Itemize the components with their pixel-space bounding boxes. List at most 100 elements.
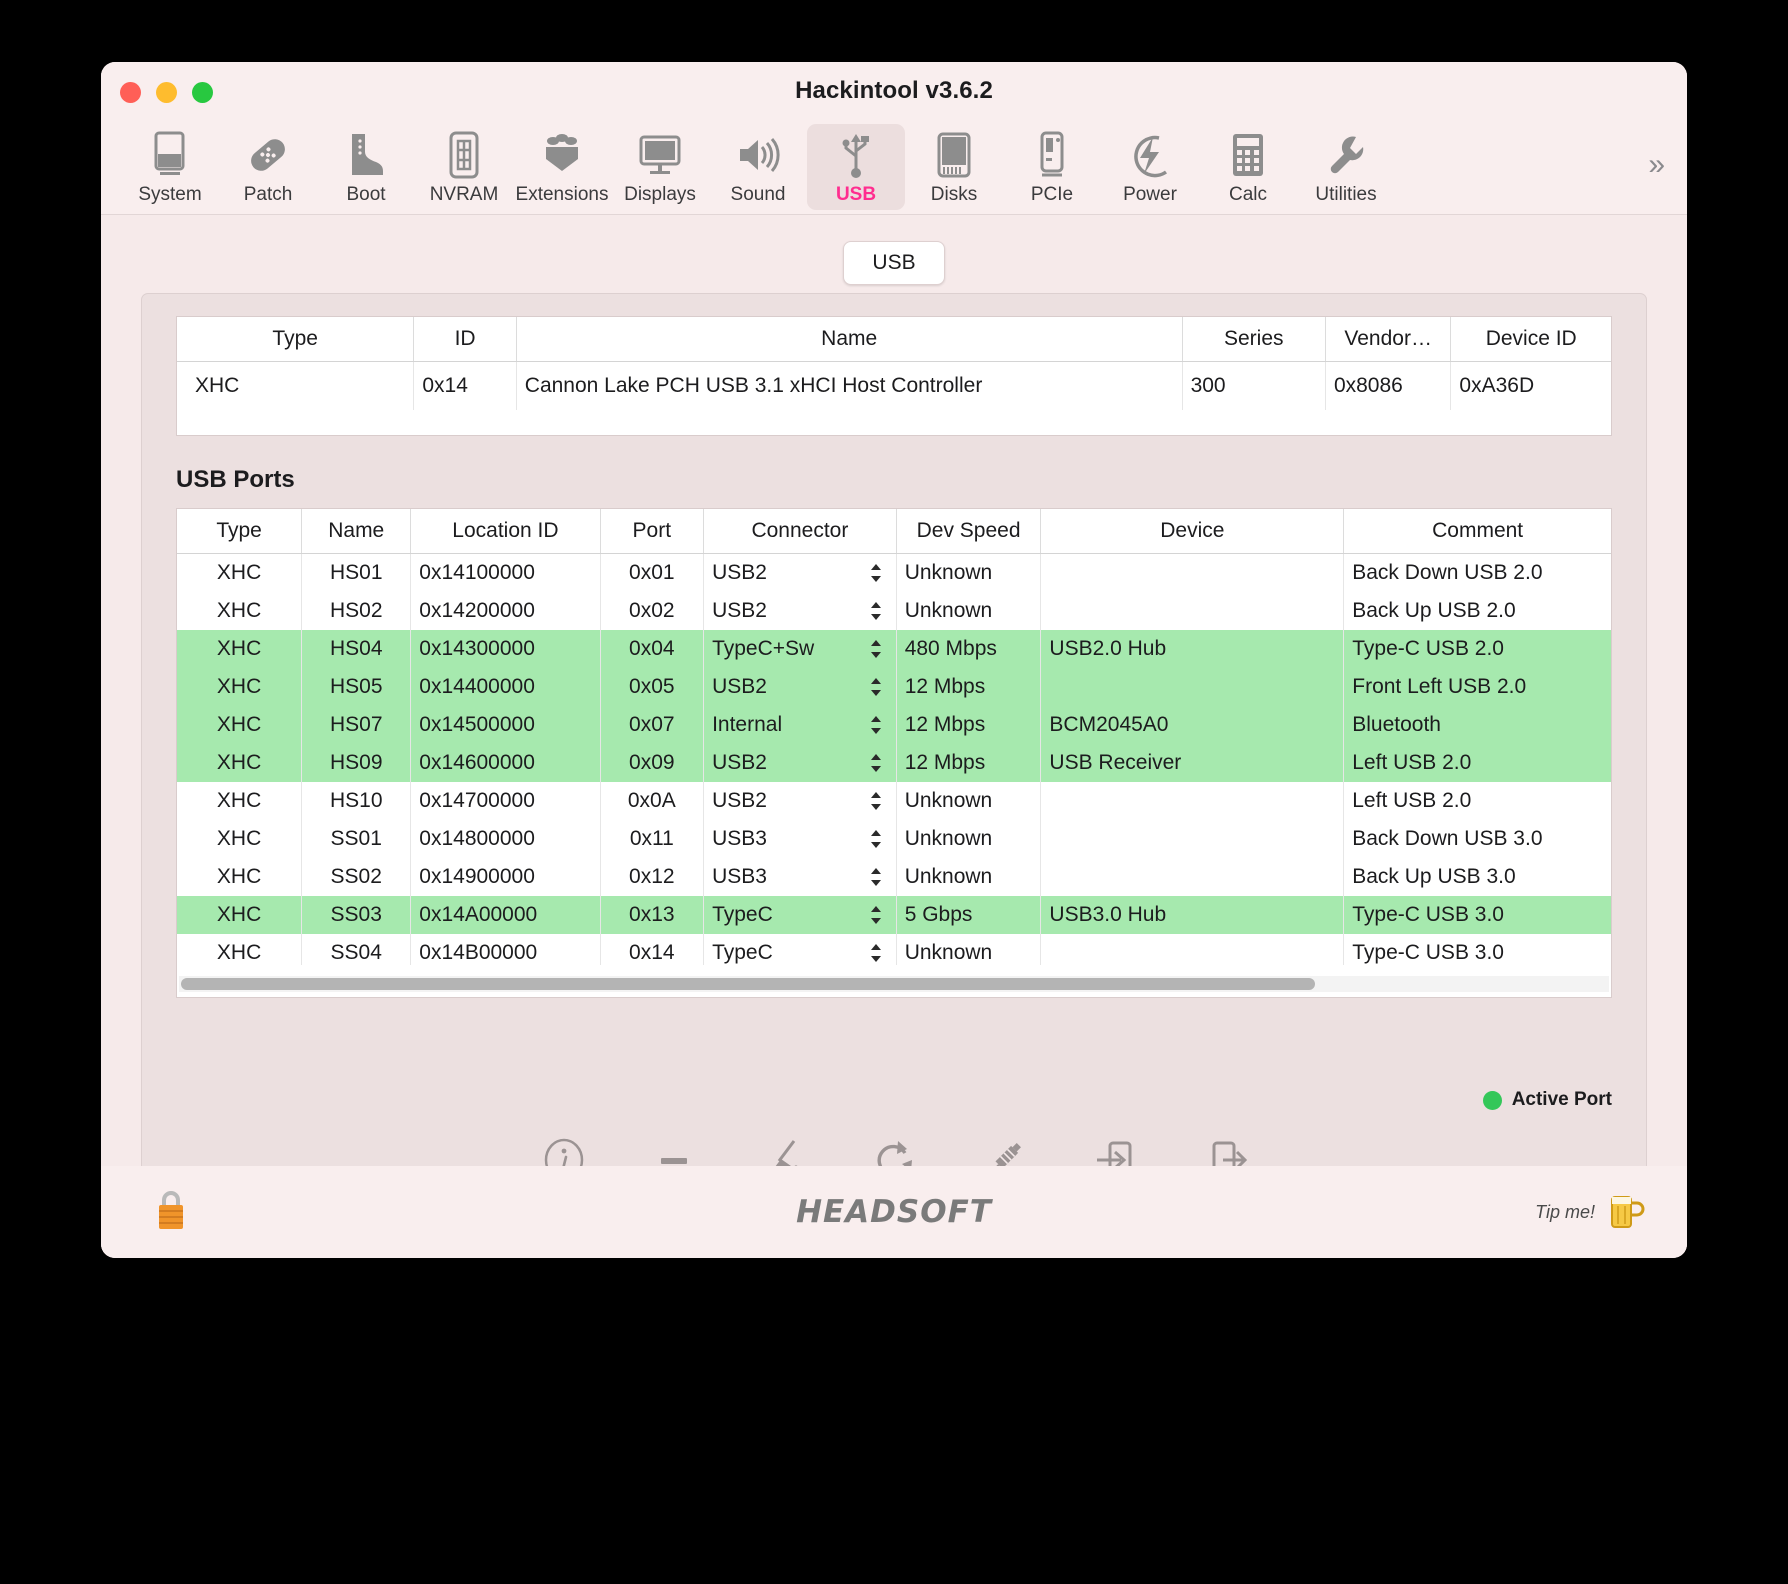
column-header-device-id[interactable]: Device ID: [1450, 317, 1611, 362]
connector-stepper-icon[interactable]: [868, 751, 884, 775]
column-header-id[interactable]: ID: [413, 317, 517, 362]
connector-stepper-icon[interactable]: [868, 637, 884, 661]
toolbar-item-sound[interactable]: Sound: [709, 124, 807, 210]
column-header-vendor[interactable]: Vendor…: [1325, 317, 1452, 362]
cell-type: XHC: [177, 896, 303, 934]
connector-stepper-icon[interactable]: [868, 675, 884, 699]
cell-connector[interactable]: USB2: [703, 553, 897, 592]
cell-type: XHC: [177, 934, 303, 965]
toolbar-item-boot[interactable]: Boot: [317, 124, 415, 210]
cell-type: XHC: [177, 744, 303, 782]
connector-value: TypeC: [712, 941, 773, 964]
table-row[interactable]: XHC HS05 0x14400000 0x05 USB2 12 Mbps Front Le…: [177, 668, 1611, 706]
column-header-device[interactable]: Device: [1040, 509, 1345, 554]
connector-stepper-icon[interactable]: [868, 599, 884, 623]
table-row[interactable]: XHC SS03 0x14A00000 0x13 TypeC 5 Gbps USB3.0 H…: [177, 896, 1611, 934]
cell-location-id: 0x14B00000: [410, 934, 601, 965]
table-row[interactable]: XHC HS04 0x14300000 0x04 TypeC+Sw 480 Mbps USB…: [177, 630, 1611, 668]
toolbar-label: NVRAM: [429, 184, 499, 205]
column-header-series[interactable]: Series: [1182, 317, 1326, 362]
column-header-dev-speed[interactable]: Dev Speed: [896, 509, 1042, 554]
toolbar-label: Displays: [624, 184, 696, 205]
toolbar-item-nvram[interactable]: NVRAM: [415, 124, 513, 210]
disk-icon: [935, 128, 973, 182]
cell-connector[interactable]: USB2: [703, 782, 897, 820]
column-header-port[interactable]: Port: [600, 509, 705, 554]
cell-port: 0x05: [600, 668, 705, 706]
toolbar-item-extensions[interactable]: Extensions: [513, 124, 611, 210]
speaker-icon: [734, 128, 782, 182]
toolbar-label: Disks: [930, 184, 978, 205]
toolbar-item-pcie[interactable]: PCIe: [1003, 124, 1101, 210]
toolbar-label: Power: [1123, 184, 1177, 205]
column-header-type[interactable]: Type: [177, 317, 415, 362]
column-header-comment[interactable]: Comment: [1343, 509, 1611, 554]
toolbar-item-usb[interactable]: USB: [807, 124, 905, 210]
connector-stepper-icon[interactable]: [868, 903, 884, 927]
cell-comment: Bluetooth: [1343, 706, 1611, 744]
cell-location-id: 0x14600000: [410, 744, 601, 782]
tab-usb[interactable]: USB: [843, 241, 945, 285]
connector-stepper-icon[interactable]: [868, 941, 884, 965]
toolbar-item-displays[interactable]: Displays: [611, 124, 709, 210]
table-row[interactable]: XHC HS09 0x14600000 0x09 USB2 12 Mbps USB Rece…: [177, 744, 1611, 782]
column-header-connector[interactable]: Connector: [703, 509, 897, 554]
cell-connector[interactable]: TypeC: [703, 896, 897, 934]
toolbar-item-patch[interactable]: Patch: [219, 124, 317, 210]
toolbar-overflow-button[interactable]: »: [1648, 124, 1675, 182]
cell-device: [1040, 592, 1345, 630]
table-row[interactable]: XHC HS10 0x14700000 0x0A USB2 Unknown Left USB…: [177, 782, 1611, 820]
table-row[interactable]: XHC SS02 0x14900000 0x12 USB3 Unknown Back Up …: [177, 858, 1611, 896]
connector-stepper-icon[interactable]: [868, 561, 884, 585]
toolbar-item-system[interactable]: System: [121, 124, 219, 210]
table-row[interactable]: XHC HS07 0x14500000 0x07 Internal 12 Mbps BCM2…: [177, 706, 1611, 744]
cell-connector[interactable]: USB3: [703, 820, 897, 858]
connector-stepper-icon[interactable]: [868, 789, 884, 813]
cell-location-id: 0x14100000: [410, 553, 601, 592]
toolbar-item-power[interactable]: Power: [1101, 124, 1199, 210]
cell-type: XHC: [177, 668, 303, 706]
cell-connector[interactable]: Internal: [703, 706, 897, 744]
cell-location-id: 0x14900000: [410, 858, 601, 896]
toolbar-label: Boot: [346, 184, 386, 205]
table-row[interactable]: XHC HS01 0x14100000 0x01 USB2 Unknown Back Dow…: [177, 553, 1611, 592]
footer-bar: HEADSOFT Tip me!: [101, 1166, 1687, 1258]
toolbar-item-disks[interactable]: Disks: [905, 124, 1003, 210]
cell-port: 0x09: [600, 744, 705, 782]
column-header-location-id[interactable]: Location ID: [410, 509, 601, 554]
cell-type: XHC: [177, 592, 303, 630]
connector-stepper-icon[interactable]: [868, 827, 884, 851]
column-header-type[interactable]: Type: [177, 509, 303, 554]
cell-connector[interactable]: USB2: [703, 668, 897, 706]
cell-location-id: 0x14300000: [410, 630, 601, 668]
toolbar-item-calc[interactable]: Calc: [1199, 124, 1297, 210]
scrollbar-thumb[interactable]: [181, 978, 1315, 990]
lego-icon: [538, 128, 586, 182]
connector-stepper-icon[interactable]: [868, 865, 884, 889]
cell-type: XHC: [177, 858, 303, 896]
column-header-name[interactable]: Name: [301, 509, 412, 554]
connector-value: USB2: [712, 751, 767, 774]
cell-connector[interactable]: USB2: [703, 744, 897, 782]
horizontal-scrollbar[interactable]: [179, 976, 1609, 992]
active-port-dot: [1482, 1090, 1502, 1110]
cell-dev-speed: Unknown: [896, 934, 1042, 965]
table-row[interactable]: XHC HS02 0x14200000 0x02 USB2 Unknown Back Up …: [177, 592, 1611, 630]
ports-table-scroll[interactable]: Type Name Location ID Port Connector Dev…: [177, 509, 1611, 965]
cell-connector[interactable]: TypeC: [703, 934, 897, 965]
table-row[interactable]: XHC SS04 0x14B00000 0x14 TypeC Unknown Type-C …: [177, 934, 1611, 965]
connector-stepper-icon[interactable]: [868, 713, 884, 737]
toolbar-item-utilities[interactable]: Utilities: [1297, 124, 1395, 210]
ports-table: Type Name Location ID Port Connector Dev…: [177, 509, 1611, 965]
connector-value: USB3: [712, 865, 767, 888]
cell-connector[interactable]: USB2: [703, 592, 897, 630]
cell-dev-speed: Unknown: [896, 782, 1042, 820]
table-row[interactable]: XHC SS01 0x14800000 0x11 USB3 Unknown Back Dow…: [177, 820, 1611, 858]
cell-device: [1040, 934, 1345, 965]
cell-connector[interactable]: TypeC+Sw: [703, 630, 897, 668]
cell-device: [1040, 820, 1345, 858]
table-row[interactable]: XHC 0x14 Cannon Lake PCH USB 3.1 xHCI Ho…: [177, 361, 1611, 410]
cell-location-id: 0x14400000: [410, 668, 601, 706]
column-header-name[interactable]: Name: [516, 317, 1183, 362]
cell-connector[interactable]: USB3: [703, 858, 897, 896]
